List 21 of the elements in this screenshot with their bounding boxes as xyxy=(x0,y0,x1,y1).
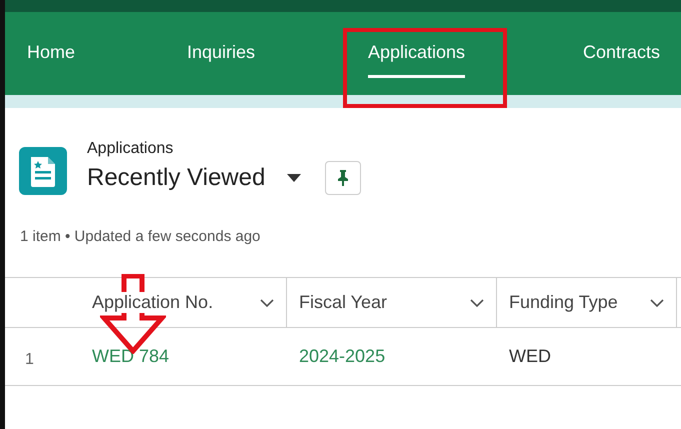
chevron-down-icon[interactable] xyxy=(470,298,484,306)
list-view-name[interactable]: Recently Viewed xyxy=(87,164,266,192)
pin-button[interactable] xyxy=(325,161,362,195)
object-label: Applications xyxy=(87,140,174,158)
column-header[interactable]: Funding Type xyxy=(497,278,677,327)
nav-tab[interactable]: Contracts xyxy=(583,42,660,78)
chevron-down-icon[interactable] xyxy=(260,298,274,306)
document-icon xyxy=(19,147,67,195)
row-number: 1 xyxy=(25,350,34,368)
table-link[interactable]: WED 784 xyxy=(92,346,170,367)
column-header[interactable]: Fiscal Year xyxy=(287,278,497,327)
nav-tab[interactable]: Inquiries xyxy=(187,42,256,78)
table-cell: WED xyxy=(509,346,551,367)
pin-icon xyxy=(337,170,350,186)
list-status: 1 item • Updated a few seconds ago xyxy=(19,227,262,245)
nav-tab[interactable]: Applications xyxy=(368,42,466,78)
nav-tab[interactable]: Home xyxy=(27,42,76,78)
caret-icon[interactable] xyxy=(287,174,302,182)
table-link[interactable]: 2024-2025 xyxy=(299,346,386,367)
chevron-down-icon[interactable] xyxy=(650,298,664,306)
column-header[interactable]: Application No. xyxy=(80,278,287,327)
